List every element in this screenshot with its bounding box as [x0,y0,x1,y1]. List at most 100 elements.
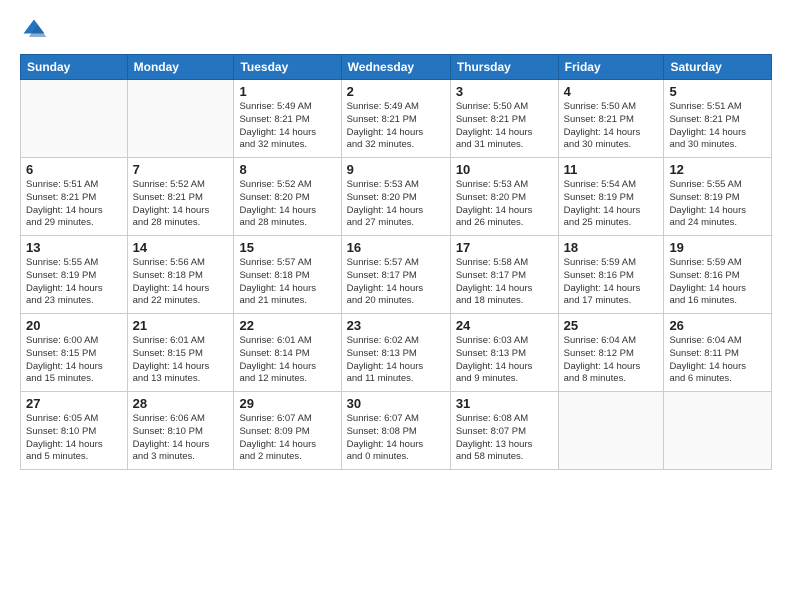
day-number: 16 [347,240,445,255]
logo [20,16,52,44]
day-info: Sunrise: 5:51 AMSunset: 8:21 PMDaylight:… [669,101,766,152]
day-number: 5 [669,84,766,99]
calendar-cell: 3 Sunrise: 5:50 AMSunset: 8:21 PMDaylight… [450,80,558,158]
day-number: 4 [564,84,659,99]
day-number: 7 [133,162,229,177]
day-info: Sunrise: 5:49 AMSunset: 8:21 PMDaylight:… [239,101,335,152]
day-number: 8 [239,162,335,177]
calendar-cell: 12 Sunrise: 5:55 AMSunset: 8:19 PMDayligh… [664,158,772,236]
day-number: 31 [456,396,553,411]
calendar-cell: 16 Sunrise: 5:57 AMSunset: 8:17 PMDayligh… [341,236,450,314]
day-info: Sunrise: 6:06 AMSunset: 8:10 PMDaylight:… [133,413,229,464]
column-header-monday: Monday [127,55,234,80]
day-number: 3 [456,84,553,99]
day-info: Sunrise: 6:05 AMSunset: 8:10 PMDaylight:… [26,413,122,464]
day-info: Sunrise: 5:55 AMSunset: 8:19 PMDaylight:… [669,179,766,230]
calendar-cell: 7 Sunrise: 5:52 AMSunset: 8:21 PMDaylight… [127,158,234,236]
calendar-cell: 5 Sunrise: 5:51 AMSunset: 8:21 PMDaylight… [664,80,772,158]
day-info: Sunrise: 6:03 AMSunset: 8:13 PMDaylight:… [456,335,553,386]
day-info: Sunrise: 5:59 AMSunset: 8:16 PMDaylight:… [669,257,766,308]
day-info: Sunrise: 5:57 AMSunset: 8:17 PMDaylight:… [347,257,445,308]
day-number: 6 [26,162,122,177]
day-info: Sunrise: 6:01 AMSunset: 8:15 PMDaylight:… [133,335,229,386]
calendar-cell: 11 Sunrise: 5:54 AMSunset: 8:19 PMDayligh… [558,158,664,236]
day-number: 15 [239,240,335,255]
day-number: 29 [239,396,335,411]
calendar-cell: 8 Sunrise: 5:52 AMSunset: 8:20 PMDaylight… [234,158,341,236]
day-number: 28 [133,396,229,411]
calendar-cell [21,80,128,158]
calendar-cell: 25 Sunrise: 6:04 AMSunset: 8:12 PMDayligh… [558,314,664,392]
calendar-cell: 14 Sunrise: 5:56 AMSunset: 8:18 PMDayligh… [127,236,234,314]
day-number: 21 [133,318,229,333]
day-number: 10 [456,162,553,177]
header [20,16,772,44]
day-number: 9 [347,162,445,177]
day-info: Sunrise: 5:57 AMSunset: 8:18 PMDaylight:… [239,257,335,308]
day-info: Sunrise: 5:55 AMSunset: 8:19 PMDaylight:… [26,257,122,308]
column-header-sunday: Sunday [21,55,128,80]
calendar-cell: 15 Sunrise: 5:57 AMSunset: 8:18 PMDayligh… [234,236,341,314]
calendar-cell: 21 Sunrise: 6:01 AMSunset: 8:15 PMDayligh… [127,314,234,392]
calendar-cell: 24 Sunrise: 6:03 AMSunset: 8:13 PMDayligh… [450,314,558,392]
calendar-cell: 18 Sunrise: 5:59 AMSunset: 8:16 PMDayligh… [558,236,664,314]
day-info: Sunrise: 5:49 AMSunset: 8:21 PMDaylight:… [347,101,445,152]
day-info: Sunrise: 5:53 AMSunset: 8:20 PMDaylight:… [456,179,553,230]
day-number: 2 [347,84,445,99]
day-info: Sunrise: 6:00 AMSunset: 8:15 PMDaylight:… [26,335,122,386]
day-info: Sunrise: 5:52 AMSunset: 8:21 PMDaylight:… [133,179,229,230]
calendar-header-row: SundayMondayTuesdayWednesdayThursdayFrid… [21,55,772,80]
week-row-1: 1 Sunrise: 5:49 AMSunset: 8:21 PMDaylight… [21,80,772,158]
week-row-2: 6 Sunrise: 5:51 AMSunset: 8:21 PMDaylight… [21,158,772,236]
day-info: Sunrise: 5:59 AMSunset: 8:16 PMDaylight:… [564,257,659,308]
day-info: Sunrise: 5:58 AMSunset: 8:17 PMDaylight:… [456,257,553,308]
day-info: Sunrise: 5:52 AMSunset: 8:20 PMDaylight:… [239,179,335,230]
day-number: 25 [564,318,659,333]
day-number: 26 [669,318,766,333]
calendar: SundayMondayTuesdayWednesdayThursdayFrid… [20,54,772,470]
column-header-tuesday: Tuesday [234,55,341,80]
day-info: Sunrise: 6:04 AMSunset: 8:11 PMDaylight:… [669,335,766,386]
day-info: Sunrise: 6:01 AMSunset: 8:14 PMDaylight:… [239,335,335,386]
day-info: Sunrise: 5:54 AMSunset: 8:19 PMDaylight:… [564,179,659,230]
day-info: Sunrise: 6:07 AMSunset: 8:08 PMDaylight:… [347,413,445,464]
day-number: 23 [347,318,445,333]
calendar-cell [664,392,772,470]
day-number: 22 [239,318,335,333]
calendar-cell: 1 Sunrise: 5:49 AMSunset: 8:21 PMDaylight… [234,80,341,158]
calendar-cell: 9Sunrise: 5:53 AMSunset: 8:20 PMDaylight… [341,158,450,236]
day-info: Sunrise: 5:50 AMSunset: 8:21 PMDaylight:… [564,101,659,152]
day-number: 11 [564,162,659,177]
day-info: Sunrise: 6:07 AMSunset: 8:09 PMDaylight:… [239,413,335,464]
day-number: 20 [26,318,122,333]
logo-icon [20,16,48,44]
day-number: 14 [133,240,229,255]
day-number: 30 [347,396,445,411]
calendar-cell: 19 Sunrise: 5:59 AMSunset: 8:16 PMDayligh… [664,236,772,314]
column-header-thursday: Thursday [450,55,558,80]
day-info: Sunrise: 5:50 AMSunset: 8:21 PMDaylight:… [456,101,553,152]
day-info: Sunrise: 5:56 AMSunset: 8:18 PMDaylight:… [133,257,229,308]
calendar-cell: 10 Sunrise: 5:53 AMSunset: 8:20 PMDayligh… [450,158,558,236]
column-header-friday: Friday [558,55,664,80]
calendar-cell: 31Sunrise: 6:08 AMSunset: 8:07 PMDayligh… [450,392,558,470]
column-header-saturday: Saturday [664,55,772,80]
day-number: 19 [669,240,766,255]
calendar-cell: 4 Sunrise: 5:50 AMSunset: 8:21 PMDaylight… [558,80,664,158]
calendar-cell: 28 Sunrise: 6:06 AMSunset: 8:10 PMDayligh… [127,392,234,470]
day-number: 18 [564,240,659,255]
week-row-4: 20 Sunrise: 6:00 AMSunset: 8:15 PMDayligh… [21,314,772,392]
day-number: 24 [456,318,553,333]
day-number: 1 [239,84,335,99]
day-info: Sunrise: 5:51 AMSunset: 8:21 PMDaylight:… [26,179,122,230]
day-number: 13 [26,240,122,255]
calendar-cell: 22 Sunrise: 6:01 AMSunset: 8:14 PMDayligh… [234,314,341,392]
calendar-cell [558,392,664,470]
day-number: 12 [669,162,766,177]
calendar-cell: 27Sunrise: 6:05 AMSunset: 8:10 PMDayligh… [21,392,128,470]
day-info: Sunrise: 6:02 AMSunset: 8:13 PMDaylight:… [347,335,445,386]
calendar-cell: 29 Sunrise: 6:07 AMSunset: 8:09 PMDayligh… [234,392,341,470]
week-row-5: 27Sunrise: 6:05 AMSunset: 8:10 PMDayligh… [21,392,772,470]
calendar-cell: 17Sunrise: 5:58 AMSunset: 8:17 PMDayligh… [450,236,558,314]
day-info: Sunrise: 6:04 AMSunset: 8:12 PMDaylight:… [564,335,659,386]
